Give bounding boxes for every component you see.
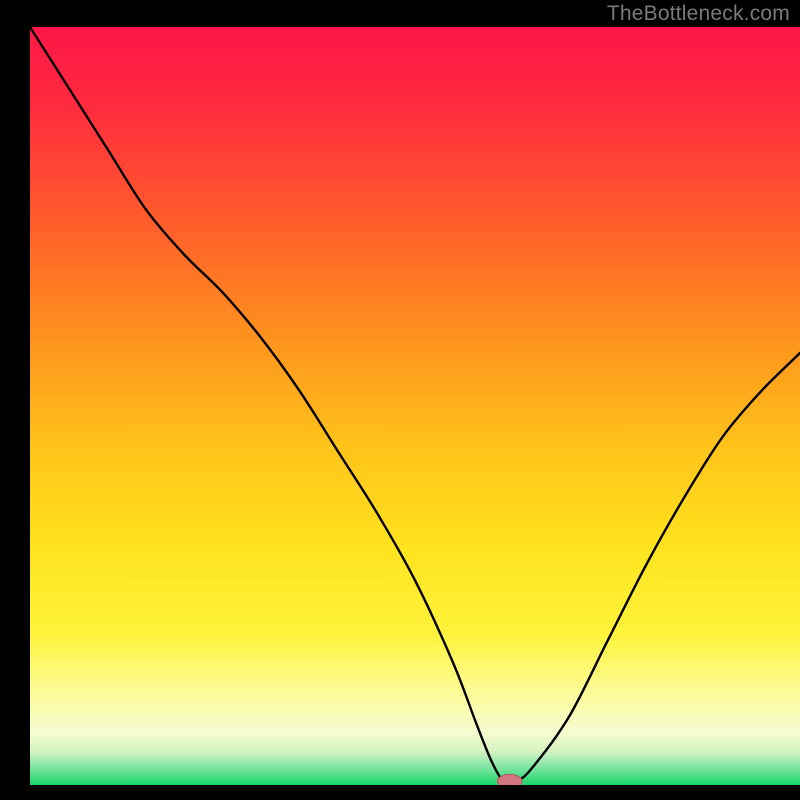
watermark-text: TheBottleneck.com [607, 2, 790, 26]
optimal-marker [497, 774, 522, 785]
bottleneck-chart [30, 27, 800, 785]
gradient-background [30, 27, 800, 785]
chart-frame: TheBottleneck.com [0, 0, 800, 800]
plot-area [30, 27, 800, 785]
